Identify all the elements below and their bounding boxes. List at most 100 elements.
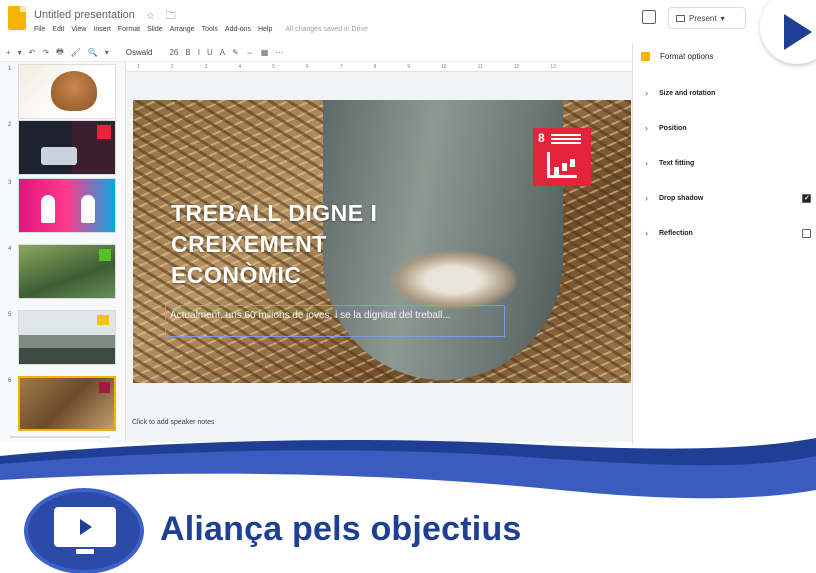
new-slide-icon[interactable]: + — [6, 48, 11, 57]
sdg-mini-logo-icon — [99, 382, 110, 393]
highlight-icon[interactable]: ✎ — [232, 48, 239, 57]
ruler-tick: 5 — [272, 63, 275, 70]
text-fitting-section[interactable]: › Text fitting — [645, 158, 811, 168]
teddy-bear-image — [51, 71, 97, 111]
ruler: 1 2 3 4 5 6 7 8 9 10 11 12 13 — [127, 62, 634, 72]
font-size-input[interactable]: 26 — [169, 48, 178, 57]
underline-icon[interactable]: U — [207, 48, 213, 57]
ruler-tick: 2 — [170, 63, 174, 70]
sdg-caption-lines — [551, 134, 581, 136]
more-icon[interactable]: ⋯ — [275, 48, 283, 57]
menu-format[interactable]: Format — [118, 26, 140, 33]
monitor-play-triangle-icon — [80, 519, 92, 535]
female-figure-icon — [41, 195, 55, 223]
menu-slide[interactable]: Slide — [147, 26, 163, 33]
ruler-tick: 9 — [407, 63, 411, 70]
slide-number: 6 — [8, 378, 12, 384]
comment-add-icon[interactable]: ▦ — [261, 48, 269, 57]
slide-number: 1 — [8, 66, 12, 72]
menu-addons[interactable]: Add-ons — [225, 26, 251, 33]
menu-edit[interactable]: Edit — [52, 26, 64, 33]
zoom-caret-icon[interactable]: ▾ — [105, 48, 109, 57]
drop-shadow-section[interactable]: › Drop shadow — [645, 193, 811, 203]
section-label: Text fitting — [659, 159, 695, 167]
slide-number: 5 — [8, 312, 12, 318]
slide-thumbnail[interactable] — [18, 120, 116, 175]
play-triangle-icon — [784, 14, 812, 50]
subtitle-textbox[interactable]: Actualment, uns 60 milions de joves, i s… — [165, 305, 505, 337]
slide-filmstrip: 1 2 3 4 5 6 — [0, 62, 126, 442]
ruler-tick: 12 — [513, 63, 520, 70]
menu-insert[interactable]: Insert — [93, 26, 111, 33]
font-select[interactable]: Oswald — [126, 48, 153, 57]
present-button[interactable]: Present ▾ — [668, 7, 746, 29]
slide-title[interactable]: TREBALL DIGNE I CREIXEMENT ECONÒMIC — [171, 198, 431, 291]
menu-file[interactable]: File — [34, 26, 45, 33]
reflection-section[interactable]: › Reflection — [645, 228, 811, 238]
menu-bar: File Edit View Insert Format Slide Arran… — [34, 26, 368, 33]
section-label: Reflection — [659, 229, 693, 237]
text-color-icon[interactable]: A — [220, 48, 225, 57]
slide-thumbnail[interactable] — [18, 64, 116, 119]
link-icon[interactable]: ⇔ — [246, 48, 254, 57]
chevron-right-icon: › — [645, 158, 648, 168]
menu-tools[interactable]: Tools — [202, 26, 218, 33]
chevron-right-icon: › — [645, 193, 648, 203]
format-options-panel: Format options › Size and rotation › Pos… — [632, 44, 816, 444]
ruler-tick: 10 — [441, 63, 447, 70]
position-section[interactable]: › Position — [645, 123, 811, 133]
ruler-tick: 1 — [137, 63, 140, 70]
ruler-tick: 6 — [305, 63, 309, 70]
slide-canvas[interactable]: 8 TREBALL DIGNE I CREIXEMENT ECONÒMIC Ac… — [133, 100, 631, 383]
slide-title-line: CREIXEMENT — [171, 231, 327, 257]
sdg-number: 8 — [538, 131, 545, 145]
slide-thumbnail[interactable] — [18, 178, 116, 233]
section-label: Size and rotation — [659, 89, 716, 97]
redo-icon[interactable]: ↷ — [42, 48, 49, 57]
app-header: Untitled presentation ☆ 🗀 File Edit View… — [0, 0, 816, 44]
paint-format-icon[interactable]: 🖌 — [71, 48, 81, 57]
bold-icon[interactable]: B — [185, 48, 190, 57]
saved-status[interactable]: All changes saved in Drive — [285, 26, 368, 33]
reflection-checkbox[interactable] — [802, 228, 811, 238]
ruler-tick: 13 — [550, 63, 556, 70]
slide-thumbnail[interactable] — [18, 310, 116, 365]
speaker-notes[interactable]: Click to add speaker notes — [132, 419, 215, 426]
zoom-icon[interactable]: 🔍 — [88, 48, 98, 57]
format-panel-title: Format options — [660, 52, 714, 61]
toolbar: + ▾ ↶ ↷ 🖶 🖌 🔍 ▾ Oswald 26 B I U A ✎ ⇔ ▦ … — [0, 44, 640, 62]
new-slide-caret-icon[interactable]: ▾ — [18, 48, 22, 57]
slide-thumbnail-selected[interactable] — [18, 376, 116, 431]
present-monitor-icon — [676, 14, 685, 22]
italic-icon[interactable]: I — [198, 48, 200, 57]
slide-title-line: TREBALL DIGNE I — [171, 200, 378, 226]
ruler-tick: 8 — [373, 63, 377, 70]
ruler-tick: 11 — [477, 63, 483, 70]
star-folder-icons[interactable]: ☆ 🗀 — [146, 9, 180, 26]
print-icon[interactable]: 🖶 — [56, 46, 64, 60]
chevron-right-icon: › — [645, 228, 648, 238]
growth-chart-icon — [547, 152, 577, 178]
slide-number: 3 — [8, 180, 12, 186]
format-panel-header: Format options — [641, 52, 713, 61]
slide-subtitle: Actualment, uns 60 milions de joves, i s… — [170, 310, 451, 321]
chevron-right-icon: › — [645, 88, 648, 98]
present-caret-icon[interactable]: ▾ — [721, 14, 725, 23]
drop-shadow-checkbox[interactable] — [802, 193, 811, 203]
present-label: Present — [689, 13, 717, 23]
banner-title: Aliança pels objectius — [160, 510, 522, 548]
slide-number: 4 — [8, 246, 12, 252]
sdg-goal-badge[interactable]: 8 — [533, 128, 591, 186]
ruler-tick: 4 — [238, 63, 242, 70]
slide-thumbnail[interactable] — [18, 244, 116, 299]
menu-view[interactable]: View — [71, 26, 86, 33]
size-rotation-section[interactable]: › Size and rotation — [645, 88, 811, 98]
menu-help[interactable]: Help — [258, 26, 272, 33]
male-figure-icon — [81, 195, 95, 223]
sdg-mini-logo-icon — [97, 315, 109, 325]
document-title[interactable]: Untitled presentation — [34, 9, 135, 21]
menu-arrange[interactable]: Arrange — [170, 26, 195, 33]
undo-icon[interactable]: ↶ — [29, 48, 36, 57]
slides-logo-icon[interactable] — [8, 6, 26, 30]
comments-icon[interactable] — [642, 10, 656, 24]
